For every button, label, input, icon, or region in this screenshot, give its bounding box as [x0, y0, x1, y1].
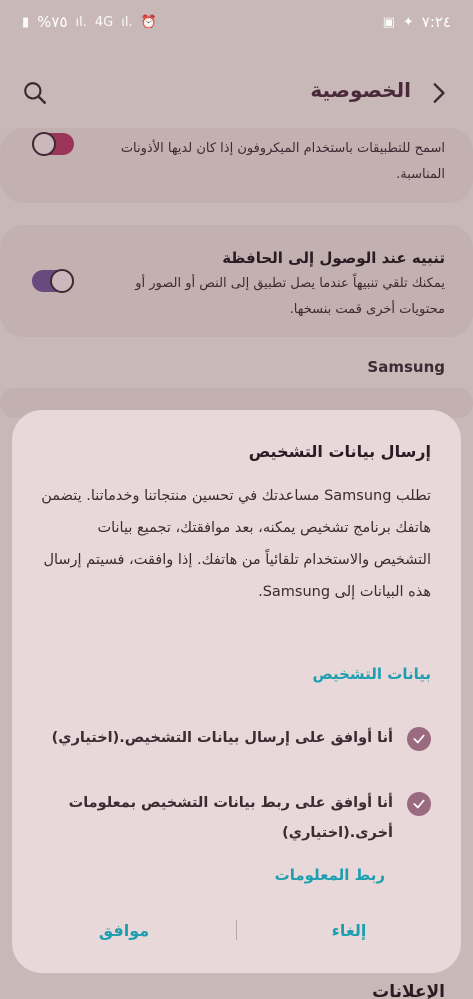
toggle-knob	[50, 269, 74, 293]
dialog-title: إرسال بيانات التشخيص	[248, 442, 431, 461]
mic-permission-text: اسمح للتطبيقات باستخدام الميكروفون إذا ك…	[120, 141, 445, 182]
status-right: ▣ ✦ ٧:٢٤	[383, 13, 451, 31]
alarm-icon: ⏰	[140, 14, 157, 30]
clipboard-alert-title: تنبيه عند الوصول إلى الحافظة	[222, 249, 445, 267]
dialog-body-text: تطلب Samsung مساعدتك في تحسين منتجاتنا و…	[41, 488, 431, 600]
clipboard-alert-toggle[interactable]	[32, 269, 74, 293]
toggle-knob	[32, 132, 56, 156]
page-title: الخصوصية	[310, 78, 411, 102]
agree-button[interactable]: موافق	[12, 921, 236, 940]
consent-link-info-label: أنا أوافق على ربط بيانات التشخيص بمعلوما…	[68, 795, 393, 841]
clock: ٧:٢٤	[421, 13, 451, 31]
signal-icon-2: ıl.	[121, 14, 133, 30]
consent-send-diagnostics-row[interactable]: أنا أوافق على إرسال بيانات التشخيص.(اختي…	[42, 723, 431, 753]
cancel-button[interactable]: إلغاء	[237, 921, 461, 940]
gallery-icon: ▣	[382, 14, 395, 30]
network-type: 4G	[94, 14, 114, 30]
battery-level: %٧٥	[37, 13, 68, 31]
clipboard-alert-content: تنبيه عند الوصول إلى الحافظة يمكنك تلقي …	[95, 245, 445, 323]
section-header-ads: الإعلانات	[372, 982, 445, 999]
back-arrow-icon[interactable]	[425, 80, 451, 106]
button-divider	[236, 920, 237, 940]
consent-link-info-row[interactable]: أنا أوافق على ربط بيانات التشخيص بمعلوما…	[42, 788, 431, 848]
section-header-samsung: Samsung	[367, 358, 445, 376]
clipboard-alert-text: يمكنك تلقي تنبيهاً عندما يصل تطبيق إلى ا…	[135, 276, 445, 317]
diagnostics-data-link[interactable]: بيانات التشخيص	[312, 665, 431, 683]
battery-icon: ▮	[22, 14, 30, 30]
checkbox-checked-icon[interactable]	[407, 792, 431, 816]
status-left: ▮ %٧٥ ıl. 4G ıl. ⏰	[22, 13, 157, 31]
signal-icon: ıl.	[75, 14, 87, 30]
search-icon[interactable]	[22, 80, 48, 106]
dialog-actions: إلغاء موافق	[12, 907, 461, 953]
tips-icon: ✦	[402, 14, 414, 30]
checkbox-checked-icon[interactable]	[407, 727, 431, 751]
consent-send-diagnostics-label: أنا أوافق على إرسال بيانات التشخيص.(اختي…	[51, 730, 393, 746]
mic-permission-toggle[interactable]	[32, 132, 74, 156]
status-bar: ▮ %٧٥ ıl. 4G ıl. ⏰ ▣ ✦ ٧:٢٤	[0, 0, 473, 44]
link-information-link[interactable]: ربط المعلومات	[275, 866, 385, 884]
app-header: الخصوصية	[0, 68, 473, 118]
diagnostics-dialog: إرسال بيانات التشخيص تطلب Samsung مساعدت…	[12, 410, 461, 973]
